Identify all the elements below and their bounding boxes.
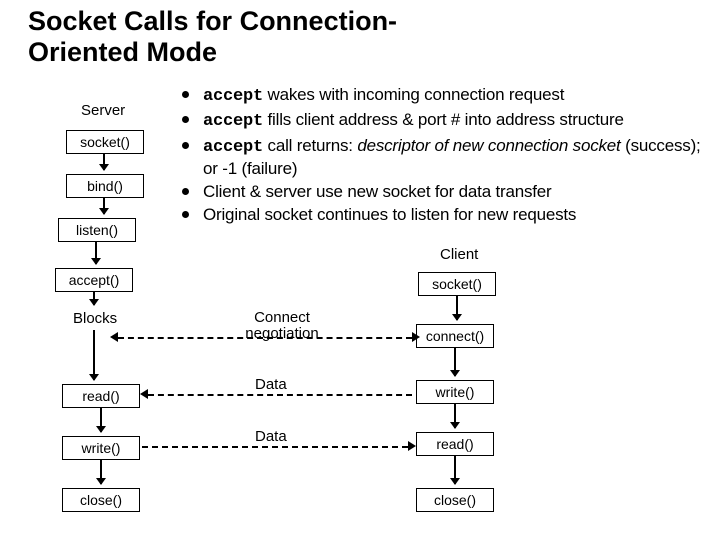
bullet-2: accept fills client address & port # int… <box>182 109 702 132</box>
title-line1: Socket Calls for Connection- <box>28 6 397 36</box>
bullet-text: accept wakes with incoming connection re… <box>203 84 564 107</box>
data-label-2: Data <box>255 428 287 445</box>
server-read-box: read() <box>62 384 140 408</box>
text-span: fills client address & port # into addre… <box>263 110 624 129</box>
text-span: call returns: <box>263 136 357 155</box>
client-connect-box: connect() <box>416 324 494 348</box>
bullet-icon <box>182 142 189 149</box>
arrow-down-icon <box>454 404 456 428</box>
client-label: Client <box>440 246 478 263</box>
bullet-text: accept call returns: descriptor of new c… <box>203 135 702 180</box>
arrow-right-icon <box>408 441 416 451</box>
bullet-text: Original socket continues to listen for … <box>203 204 576 225</box>
server-bind-box: bind() <box>66 174 144 198</box>
server-accept-box: accept() <box>55 268 133 292</box>
dashed-data-line <box>142 446 408 448</box>
arrow-down-icon <box>456 296 458 320</box>
bullet-icon <box>182 211 189 218</box>
bullet-icon <box>182 91 189 98</box>
bullet-5: Original socket continues to listen for … <box>182 204 702 225</box>
title-line2: Oriented Mode <box>28 37 217 67</box>
bullet-icon <box>182 188 189 195</box>
arrow-down-icon <box>95 242 97 264</box>
page-title: Socket Calls for Connection- Oriented Mo… <box>28 6 397 68</box>
text-span: wakes with incoming connection request <box>263 85 564 104</box>
bullet-list: accept wakes with incoming connection re… <box>182 84 702 228</box>
bullet-text: accept fills client address & port # int… <box>203 109 624 132</box>
arrow-down-icon <box>100 408 102 432</box>
bullet-text: Client & server use new socket for data … <box>203 181 552 202</box>
arrow-left-icon <box>140 389 148 399</box>
accept-keyword: accept <box>203 87 263 106</box>
bullet-icon <box>182 116 189 123</box>
arrow-down-icon <box>93 330 95 380</box>
connect-negotiation-label: Connect negotiation <box>222 310 342 342</box>
client-read-box: read() <box>416 432 494 456</box>
client-socket-box: socket() <box>418 272 496 296</box>
emphasized-text: descriptor of new connection socket <box>357 136 620 155</box>
arrow-down-icon <box>103 154 105 170</box>
dashed-data-line <box>148 394 412 396</box>
arrow-down-icon <box>93 292 95 305</box>
arrow-down-icon <box>103 198 105 214</box>
arrow-right-icon <box>412 332 420 342</box>
bullet-1: accept wakes with incoming connection re… <box>182 84 702 107</box>
client-write-box: write() <box>416 380 494 404</box>
arrow-down-icon <box>454 348 456 376</box>
client-close-box: close() <box>416 488 494 512</box>
server-close-box: close() <box>62 488 140 512</box>
server-listen-box: listen() <box>58 218 136 242</box>
server-socket-box: socket() <box>66 130 144 154</box>
arrow-left-icon <box>110 332 118 342</box>
server-write-box: write() <box>62 436 140 460</box>
bullet-4: Client & server use new socket for data … <box>182 181 702 202</box>
blocks-label: Blocks <box>73 310 117 327</box>
accept-keyword: accept <box>203 138 263 157</box>
arrow-down-icon <box>100 460 102 484</box>
bullet-3: accept call returns: descriptor of new c… <box>182 135 702 180</box>
accept-keyword: accept <box>203 112 263 131</box>
arrow-down-icon <box>454 456 456 484</box>
server-label: Server <box>81 102 125 119</box>
data-label-1: Data <box>255 376 287 393</box>
